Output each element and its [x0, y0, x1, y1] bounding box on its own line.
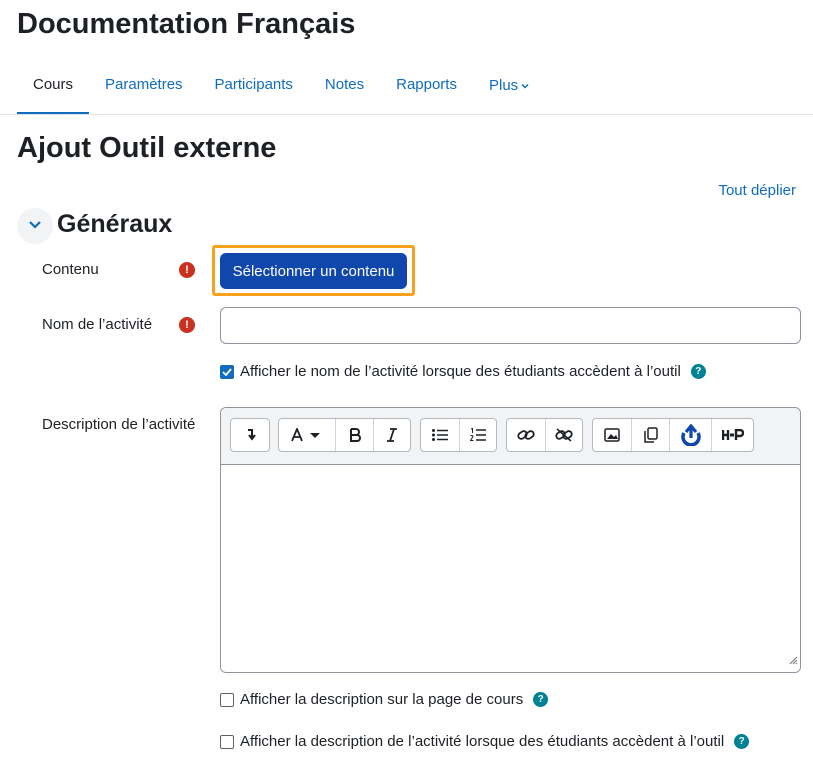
select-content-button[interactable]: Sélectionner un contenu: [220, 253, 407, 289]
tab-parametres[interactable]: Paramètres: [89, 62, 199, 115]
show-description-tool-checkbox[interactable]: [220, 734, 234, 749]
chevron-down-icon: [28, 217, 42, 235]
tab-rapports-label: Rapports: [396, 76, 457, 93]
course-title: Documentation Français: [17, 8, 356, 40]
tab-cours[interactable]: Cours: [17, 62, 90, 115]
link-icon[interactable]: [507, 419, 545, 451]
help-icon[interactable]: ?: [690, 364, 706, 379]
resize-handle-icon[interactable]: [788, 652, 798, 670]
show-description-tool-option: Afficher la description de l’activité lo…: [220, 733, 750, 750]
collapse-icon[interactable]: [231, 419, 269, 451]
image-icon[interactable]: [593, 419, 631, 451]
tab-parametres-label: Paramètres: [105, 76, 183, 93]
show-description-course-option: Afficher la description sur la page de c…: [220, 691, 549, 708]
bold-icon[interactable]: [335, 419, 373, 451]
tab-notes-label: Notes: [324, 76, 365, 93]
tab-rapports[interactable]: Rapports: [380, 62, 473, 115]
tab-participants-label: Participants: [214, 76, 293, 93]
tab-cours-label: Cours: [33, 76, 74, 93]
show-name-label: Afficher le nom de l’activité lorsque de…: [240, 363, 681, 380]
chevron-down-icon: [521, 76, 529, 93]
secondary-navigation: Cours Paramètres Participants Notes Rapp…: [17, 62, 545, 115]
toolbar-group-lists: [420, 418, 497, 452]
show-description-tool-label: Afficher la description de l’activité lo…: [240, 733, 725, 750]
tab-participants[interactable]: Participants: [199, 62, 309, 115]
h5p-icon[interactable]: [711, 419, 753, 451]
show-name-checkbox[interactable]: [220, 364, 234, 379]
toolbar-group-collapse: [230, 418, 270, 452]
editor-toolbar: [221, 408, 800, 465]
help-icon[interactable]: ?: [734, 734, 750, 749]
show-description-course-label: Afficher la description sur la page de c…: [240, 691, 524, 708]
unlink-icon[interactable]: [545, 419, 582, 451]
activity-name-input[interactable]: [220, 307, 801, 344]
show-description-course-checkbox[interactable]: [220, 692, 234, 707]
description-editor-content[interactable]: [221, 465, 800, 672]
required-icon: !: [179, 262, 195, 278]
record-icon[interactable]: [669, 419, 711, 451]
media-icon[interactable]: [631, 419, 669, 451]
show-name-option: Afficher le nom de l’activité lorsque de…: [220, 363, 706, 380]
page-title: Ajout Outil externe: [17, 132, 277, 164]
section-title: Généraux: [57, 210, 173, 238]
required-icon: !: [179, 317, 195, 333]
content-label: Contenu: [42, 261, 99, 278]
tab-notes[interactable]: Notes: [309, 62, 380, 115]
description-label: Description de l’activité: [42, 416, 196, 433]
toolbar-group-links: [506, 418, 583, 452]
toolbar-group-media: [592, 418, 754, 452]
font-style-icon[interactable]: [279, 419, 335, 451]
help-icon[interactable]: ?: [533, 692, 549, 707]
ordered-list-icon[interactable]: [459, 419, 496, 451]
tab-plus[interactable]: Plus: [473, 62, 545, 115]
description-editor: [220, 407, 801, 673]
activity-name-label: Nom de l’activité: [42, 316, 153, 333]
section-collapse-toggle[interactable]: [17, 208, 53, 244]
tab-plus-label: Plus: [488, 77, 519, 94]
toolbar-group-text: [278, 418, 411, 452]
unordered-list-icon[interactable]: [421, 419, 459, 451]
nav-divider: [0, 114, 813, 115]
expand-all-link[interactable]: Tout déplier: [718, 182, 796, 199]
italic-icon[interactable]: [373, 419, 410, 451]
